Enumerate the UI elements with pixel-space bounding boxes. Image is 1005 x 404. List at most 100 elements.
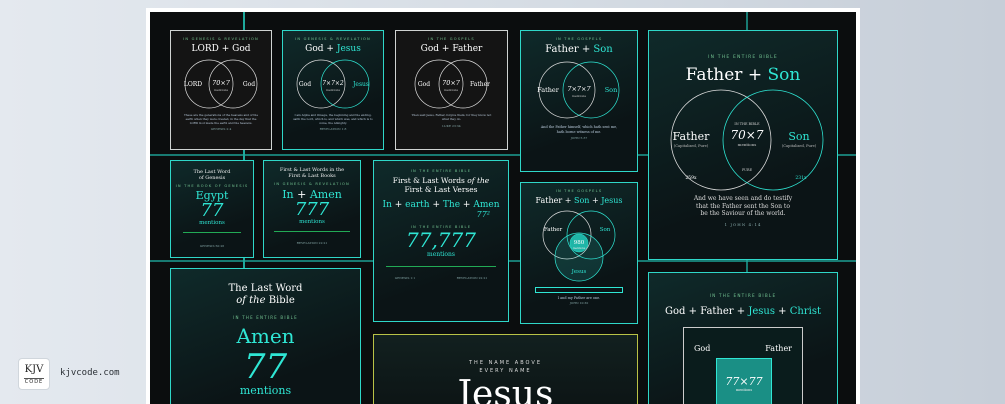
- venn-bottom-label: Jesus: [571, 269, 587, 275]
- featured-word: Amen: [236, 324, 295, 348]
- featured-word: In: [282, 188, 294, 201]
- card-last-word-bible[interactable]: The Last Word of the Bible IN THE ENTIRE …: [170, 268, 361, 404]
- verse-reference: GENESIS 50:26: [199, 244, 225, 248]
- card-caption: IN GENESIS & REVELATION: [274, 182, 350, 186]
- card-title: Father: [545, 44, 579, 55]
- venn-left-label: God: [418, 81, 430, 88]
- featured-count: 77: [200, 200, 224, 221]
- stats-bar: [535, 287, 623, 293]
- card-god-father[interactable]: IN THE GOSPELS God + Father God Father 7…: [395, 30, 508, 150]
- featured-word: Jesus: [457, 374, 554, 404]
- card-title: LORD: [191, 44, 219, 54]
- svg-text:mentions: mentions: [573, 246, 586, 250]
- card-title: God: [420, 44, 440, 54]
- card-father-son-jesus[interactable]: IN THE GOSPELS Father + Son + Jesus Fath…: [520, 182, 638, 324]
- card-caption: IN THE ENTIRE BIBLE: [410, 169, 472, 173]
- card-caption: IN GENESIS & REVELATION: [295, 37, 371, 41]
- card-title: First & Last Words: [392, 176, 465, 185]
- card-caption: THE NAME ABOVE: [469, 360, 542, 366]
- venn-diagram: God Jesus 7×7×2 mentions: [296, 59, 370, 109]
- venn-right-label: Son: [788, 130, 809, 143]
- venn-center-value: 70×7: [442, 79, 461, 87]
- venn-left-label: God: [299, 81, 311, 88]
- venn-left-label: Father: [537, 86, 560, 94]
- verse-text-block: [386, 266, 496, 276]
- card-title: God: [665, 306, 686, 317]
- card-caption: IN THE GOSPELS: [555, 189, 603, 193]
- verse-text: I am Alpha and Omega, the beginning and …: [293, 113, 373, 125]
- venn-center-value: 7×7×7: [567, 85, 591, 93]
- card-father-son-bible[interactable]: IN THE ENTIRE BIBLE Father + Son Father …: [648, 30, 838, 260]
- venn-diagram: Father Son Jesus 980 mentions: [542, 210, 616, 282]
- venn-right-label: Jesus: [352, 81, 369, 88]
- svg-text:mentions: mentions: [326, 88, 340, 92]
- verse-text: And the Father himself, which hath sent …: [540, 125, 618, 134]
- card-title: God: [305, 44, 324, 54]
- card-egypt[interactable]: The Last Word of Genesis IN THE BOOK OF G…: [170, 160, 254, 258]
- card-caption: IN THE GOSPELS: [428, 37, 475, 41]
- card-god-jesus[interactable]: IN GENESIS & REVELATION God + Jesus God …: [282, 30, 384, 150]
- verse-reference: JOHN 5:37: [570, 136, 588, 141]
- verse-text: Then said Jesus, Father, forgive them; f…: [411, 113, 492, 121]
- verse-text: These are the generations of the heavens…: [184, 113, 258, 125]
- card-first-last-verses[interactable]: IN THE ENTIRE BIBLE First & Last Words o…: [373, 160, 509, 322]
- card-caption: IN THE ENTIRE BIBLE: [709, 293, 777, 298]
- svg-text:mentions: mentions: [214, 88, 228, 92]
- venn-right-label: Son: [600, 227, 611, 233]
- featured-count: 77,777: [406, 228, 476, 252]
- featured-count: 77: [243, 347, 288, 387]
- svg-text:mentions: mentions: [444, 88, 458, 92]
- verse-text: And we have seen and do testify that the…: [693, 195, 793, 217]
- venn-center-value: 7×7×2: [322, 80, 344, 87]
- card-caption: IN THE ENTIRE BIBLE: [233, 315, 298, 320]
- svg-text:PURE: PURE: [742, 168, 753, 172]
- power-value: 77²: [476, 210, 490, 219]
- svg-text:(Capitalized, Pure): (Capitalized, Pure): [782, 144, 817, 148]
- venn-right-label: Son: [605, 86, 618, 94]
- card-title: Father: [685, 65, 743, 85]
- card-caption: IN THE ENTIRE BIBLE: [708, 55, 778, 60]
- featured-count: 777: [294, 199, 330, 220]
- svg-text:(Capitalized, Pure): (Capitalized, Pure): [674, 144, 709, 148]
- site-url-link[interactable]: kjvcode.com: [60, 368, 120, 378]
- diagram-center-box: 77×77 mentions: [716, 358, 772, 404]
- verse-reference: LUKE 23:34: [442, 123, 461, 128]
- venn-center-value: 70×7: [731, 128, 764, 142]
- venn-center-value: 980: [574, 240, 585, 246]
- verse-reference: REVELATION 22:21: [456, 276, 488, 280]
- featured-word: In: [382, 200, 392, 210]
- diagram-left-label: God: [694, 344, 711, 353]
- card-title: Father: [535, 196, 563, 205]
- card-caption: IN THE BOOK OF GENESIS: [175, 184, 249, 188]
- venn-diagram: Father (Capitalized, Pure) Son (Capitali…: [670, 89, 824, 191]
- venn-left-label: Father: [673, 130, 710, 143]
- venn-diagram: LORD God 70×7 mentions: [184, 59, 258, 109]
- verse-reference: JOHN 10:30: [569, 300, 589, 305]
- venn-center-value: 70×7: [212, 79, 231, 87]
- venn-diagram: Father Son 7×7×7 mentions: [537, 61, 620, 119]
- poster-frame: IN GENESIS & REVELATION LORD + God LORD …: [146, 8, 860, 404]
- verse-reference: GENESIS 2:4: [210, 127, 232, 132]
- venn-diagram: God Father 70×7 mentions: [414, 59, 490, 109]
- verse-text-block: [183, 232, 241, 244]
- verse-reference: 1 JOHN 4:14: [724, 221, 762, 227]
- diagram-center-value: 77×77: [725, 375, 763, 388]
- verse-reference: GENESIS 1:1: [394, 276, 416, 280]
- svg-text:mentions: mentions: [572, 94, 586, 98]
- card-lord-god[interactable]: IN GENESIS & REVELATION LORD + God LORD …: [170, 30, 272, 150]
- diagram-right-label: Father: [765, 344, 792, 353]
- poster-board: IN GENESIS & REVELATION LORD + God LORD …: [150, 12, 856, 404]
- venn-left-count: 259x: [685, 175, 697, 181]
- venn-left-label: LORD: [184, 81, 202, 88]
- card-father-son-gospels[interactable]: IN THE GOSPELS Father + Son Father Son 7…: [520, 30, 638, 172]
- verse-reference: REVELATION 1:8: [319, 127, 347, 132]
- card-in-amen[interactable]: First & Last Words in the First & Last Bo…: [263, 160, 361, 258]
- card-god-father-jesus-christ[interactable]: IN THE ENTIRE BIBLE God + Father + Jesus…: [648, 272, 838, 404]
- nested-diagram: God Father 77×77 mentions: [683, 327, 803, 404]
- venn-left-label: Father: [544, 227, 563, 233]
- card-title: The Last Word: [228, 283, 303, 294]
- kjv-code-logo[interactable]: KJV CODE: [18, 358, 50, 390]
- venn-right-label: God: [243, 81, 255, 88]
- card-name-above-every-name[interactable]: THE NAME ABOVE EVERY NAME Jesus: [373, 334, 638, 404]
- svg-text:IN THE BIBLE: IN THE BIBLE: [734, 122, 760, 126]
